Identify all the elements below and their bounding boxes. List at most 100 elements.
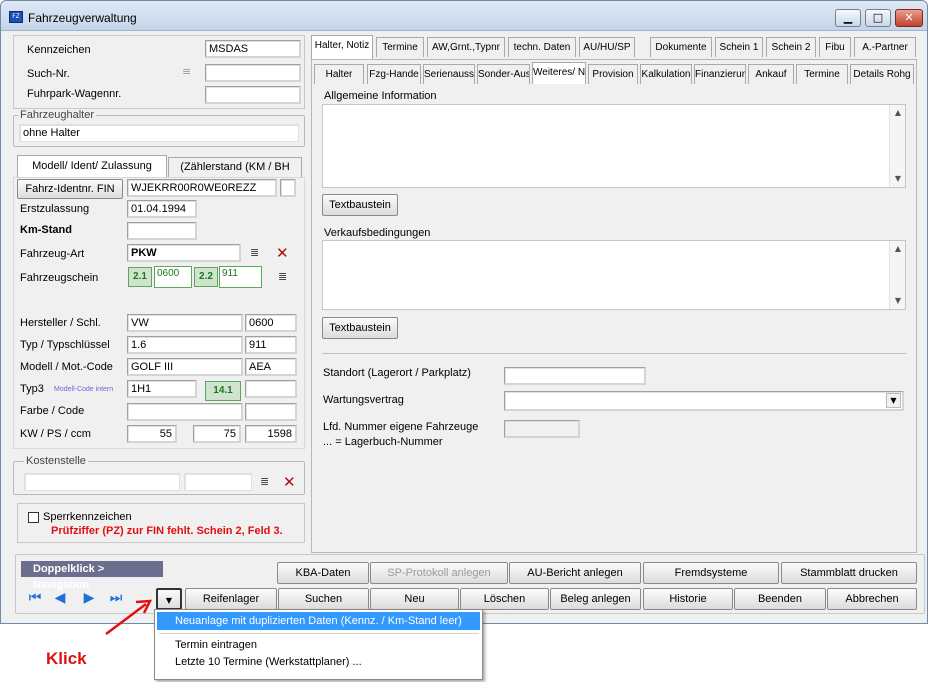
typ-key-field[interactable]: 911 xyxy=(245,336,297,354)
tab-sonderausstattung[interactable]: Sonder-Aus xyxy=(477,64,530,84)
tab-ankauf[interactable]: Ankauf xyxy=(748,64,794,84)
tab-zaehlerstand[interactable]: (Zählerstand (KM / BH xyxy=(168,157,302,177)
fuhrpark-field[interactable] xyxy=(205,86,301,104)
list-icon[interactable]: ≣ xyxy=(278,271,290,282)
kmstand-field[interactable] xyxy=(127,222,197,240)
farbe-label: Farbe / Code xyxy=(20,405,85,417)
standort-field[interactable] xyxy=(504,367,646,385)
tab-termine[interactable]: Termine xyxy=(376,37,424,57)
tab-au-hu-sp[interactable]: AU/HU/SP xyxy=(579,37,635,57)
loeschen-button[interactable]: Löschen xyxy=(460,588,549,610)
kostenstelle-field-2[interactable] xyxy=(184,473,252,491)
first-record-icon[interactable]: ⏮ xyxy=(26,589,44,607)
fin-field[interactable]: WJEKRR00R0WE0REZZ xyxy=(127,179,277,197)
abbrechen-button[interactable]: Abbrechen xyxy=(827,588,917,610)
chevron-down-icon[interactable]: ▼ xyxy=(886,393,901,408)
delete-icon[interactable]: ✕ xyxy=(283,475,296,490)
list-icon[interactable]: ≡ xyxy=(182,66,194,77)
menu-item-neuanlage[interactable]: Neuanlage mit duplizierten Daten (Kennz.… xyxy=(157,612,480,630)
textbaustein-button-2[interactable]: Textbaustein xyxy=(322,317,398,339)
list-icon[interactable]: ≣ xyxy=(260,476,272,487)
tab-fibu[interactable]: Fibu xyxy=(819,37,851,57)
ps-field[interactable]: 75 xyxy=(193,425,241,443)
historie-button[interactable]: Historie xyxy=(643,588,733,610)
kostenstelle-field[interactable] xyxy=(24,473,180,491)
reifenlager-button[interactable]: Reifenlager xyxy=(185,588,277,610)
neu-button[interactable]: Neu xyxy=(370,588,459,610)
tab-schein-2[interactable]: Schein 2 xyxy=(766,37,816,57)
sperr-panel: Sperrkennzeichen Prüfziffer (PZ) zur FIN… xyxy=(17,503,305,543)
fremdsysteme-button[interactable]: Fremdsysteme xyxy=(643,562,779,584)
motorcode-field[interactable]: AEA xyxy=(245,358,297,376)
tab-fzg-handel[interactable]: Fzg-Hande xyxy=(367,64,421,84)
textbaustein-button-1[interactable]: Textbaustein xyxy=(322,194,398,216)
sp-protokoll-button[interactable]: SP-Protokoll anlegen xyxy=(370,562,508,584)
scroll-up-icon[interactable]: ▲ xyxy=(891,242,905,256)
tab-serienausstattung[interactable]: Serienauss xyxy=(423,64,475,84)
scroll-up-icon[interactable]: ▲ xyxy=(891,106,905,120)
wartung-select[interactable]: ▼ xyxy=(504,391,904,411)
tab-dokumente[interactable]: Dokumente xyxy=(650,37,712,57)
tab-kalkulation[interactable]: Kalkulation xyxy=(640,64,692,84)
tab-halter-notiz[interactable]: Halter, Notiz xyxy=(311,35,373,59)
tab-provision[interactable]: Provision xyxy=(588,64,638,84)
suchnr-field[interactable] xyxy=(205,64,301,82)
erstzulassung-field[interactable]: 01.04.1994 xyxy=(127,200,197,218)
tab-a-partner[interactable]: A.-Partner xyxy=(854,37,916,57)
delete-icon[interactable]: ✕ xyxy=(276,246,289,261)
stammblatt-button[interactable]: Stammblatt drucken xyxy=(781,562,917,584)
tab-modell-ident[interactable]: Modell/ Ident/ Zulassung xyxy=(17,155,167,177)
fahrzeugart-label: Fahrzeug-Art xyxy=(20,248,85,260)
scrollbar[interactable]: ▲ ▼ xyxy=(889,241,905,309)
sperr-checkbox[interactable] xyxy=(28,512,39,523)
scroll-down-icon[interactable]: ▼ xyxy=(891,294,905,308)
wartung-label: Wartungsvertrag xyxy=(323,394,404,406)
allg-info-textarea[interactable]: ▲ ▼ xyxy=(322,104,906,188)
beleg-anlegen-button[interactable]: Beleg anlegen xyxy=(550,588,641,610)
halter-field[interactable]: ohne Halter xyxy=(19,124,299,142)
typ-field[interactable]: 1.6 xyxy=(127,336,243,354)
beenden-button[interactable]: Beenden xyxy=(734,588,826,610)
sperr-label: Sperrkennzeichen xyxy=(43,511,132,523)
kba-daten-button[interactable]: KBA-Daten xyxy=(277,562,369,584)
typ3-field[interactable]: 1H1 xyxy=(127,380,197,398)
fahrzeugart-field[interactable]: PKW xyxy=(127,244,241,262)
tab-termine-2[interactable]: Termine xyxy=(796,64,848,84)
tab-techn-daten[interactable]: techn. Daten xyxy=(508,37,576,57)
next-record-icon[interactable]: ▶ xyxy=(80,589,98,607)
modell-field[interactable]: GOLF III xyxy=(127,358,243,376)
maximize-button[interactable]: □ xyxy=(865,9,891,27)
farbe-field[interactable] xyxy=(127,403,243,421)
kennzeichen-field[interactable]: MSDAS xyxy=(205,40,301,58)
schein-21-field[interactable]: 0600 xyxy=(154,266,192,288)
fin-extra-field[interactable] xyxy=(280,179,296,197)
lfd-field[interactable] xyxy=(504,420,580,438)
suchnr-label: Such-Nr. xyxy=(27,68,70,80)
hersteller-field[interactable]: VW xyxy=(127,314,243,332)
farbcode-field[interactable] xyxy=(245,403,297,421)
menu-item-letzte-termine[interactable]: Letzte 10 Termine (Werkstattplaner) ... xyxy=(157,653,480,671)
scrollbar[interactable]: ▲ ▼ xyxy=(889,105,905,187)
verkauf-label: Verkaufsbedingungen xyxy=(324,227,431,239)
tab-details-rohg[interactable]: Details Rohg xyxy=(850,64,914,84)
minimize-button[interactable]: ▁ xyxy=(835,9,861,27)
suchen-button[interactable]: Suchen xyxy=(278,588,369,610)
schein-22-field[interactable]: 911 xyxy=(219,266,262,288)
tab-finanzierung[interactable]: Finanzierun xyxy=(694,64,746,84)
close-button[interactable]: ✕ xyxy=(895,9,923,27)
typ3-extra-field[interactable] xyxy=(245,380,297,398)
fin-button[interactable]: Fahrz-Identnr. FIN xyxy=(17,179,123,199)
tab-schein-1[interactable]: Schein 1 xyxy=(715,37,763,57)
tab-weiteres[interactable]: Weiteres/ N xyxy=(532,62,586,84)
tab-aw-grnt[interactable]: AW,Grnt.,Typnr xyxy=(427,37,505,57)
verkauf-textarea[interactable]: ▲ ▼ xyxy=(322,240,906,310)
menu-item-termin-eintragen[interactable]: Termin eintragen xyxy=(157,636,480,654)
scroll-down-icon[interactable]: ▼ xyxy=(891,172,905,186)
list-icon[interactable]: ≣ xyxy=(250,247,262,258)
kw-field[interactable]: 55 xyxy=(127,425,177,443)
tab-halter[interactable]: Halter xyxy=(314,64,364,84)
hersteller-key-field[interactable]: 0600 xyxy=(245,314,297,332)
ccm-field[interactable]: 1598 xyxy=(245,425,297,443)
prev-record-icon[interactable]: ◀ xyxy=(51,589,69,607)
au-bericht-button[interactable]: AU-Bericht anlegen xyxy=(509,562,641,584)
